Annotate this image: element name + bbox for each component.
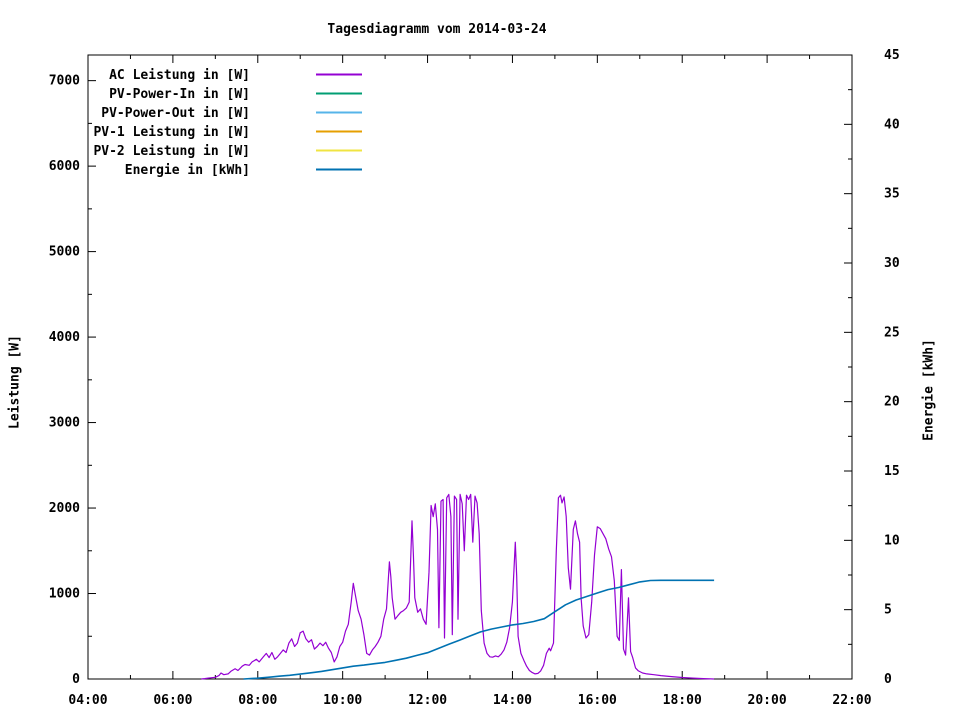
series-ac-leistung [201, 493, 715, 680]
y-left-tick-label: 0 [72, 672, 80, 687]
x-tick-label: 16:00 [578, 693, 617, 708]
y-left-tick-label: 3000 [49, 416, 80, 431]
legend-label: PV-1 Leistung in [W] [93, 125, 250, 140]
y-left-tick-label: 4000 [49, 330, 80, 345]
y-left-tick-label: 7000 [49, 74, 80, 89]
x-tick-label: 08:00 [238, 693, 277, 708]
chart-canvas: Tagesdiagramm vom 2014-03-24 Leistung [W… [0, 0, 960, 720]
y-right-tick-label: 40 [884, 117, 900, 132]
x-tick-label: 22:00 [832, 693, 871, 708]
y-right-tick-label: 35 [884, 187, 900, 202]
x-tick-label: 20:00 [748, 693, 787, 708]
legend-label: AC Leistung in [W] [109, 68, 250, 83]
legend-label: PV-Power-Out in [W] [101, 106, 250, 121]
x-tick-label: 12:00 [408, 693, 447, 708]
x-tick-label: 14:00 [493, 693, 532, 708]
x-tick-label: 06:00 [153, 693, 192, 708]
y-right-tick-label: 15 [884, 464, 900, 479]
y-right-tick-label: 45 [884, 48, 900, 63]
plot-area: 04:00 06:00 08:00 10:00 12:00 14:00 16:00 18:00… [49, 48, 900, 708]
y-left-tick-label: 2000 [49, 501, 80, 516]
y-left-tick-label: 5000 [49, 245, 80, 260]
y-right-tick-label: 25 [884, 325, 900, 340]
legend: AC Leistung in [W] PV-Power-In in [W] PV-P… [93, 68, 362, 178]
y-left-tick-label: 1000 [49, 587, 80, 602]
legend-label: PV-2 Leistung in [W] [93, 144, 250, 159]
y-left-tick-label: 6000 [49, 159, 80, 174]
legend-label: Energie in [kWh] [125, 163, 250, 178]
y-right-tick-label: 0 [884, 672, 892, 687]
x-tick-label: 04:00 [68, 693, 107, 708]
y-right-tick-label: 5 [884, 603, 892, 618]
y-left-ticks: 0 1000 2000 3000 4000 5000 6000 7000 [49, 74, 96, 687]
x-tick-label: 10:00 [323, 693, 362, 708]
legend-label: PV-Power-In in [W] [109, 87, 250, 102]
x-tick-label: 18:00 [663, 693, 702, 708]
y-right-tick-label: 20 [884, 395, 900, 410]
y-right-tick-label: 30 [884, 256, 900, 271]
series-energie [243, 579, 715, 680]
y-right-tick-label: 10 [884, 533, 900, 548]
